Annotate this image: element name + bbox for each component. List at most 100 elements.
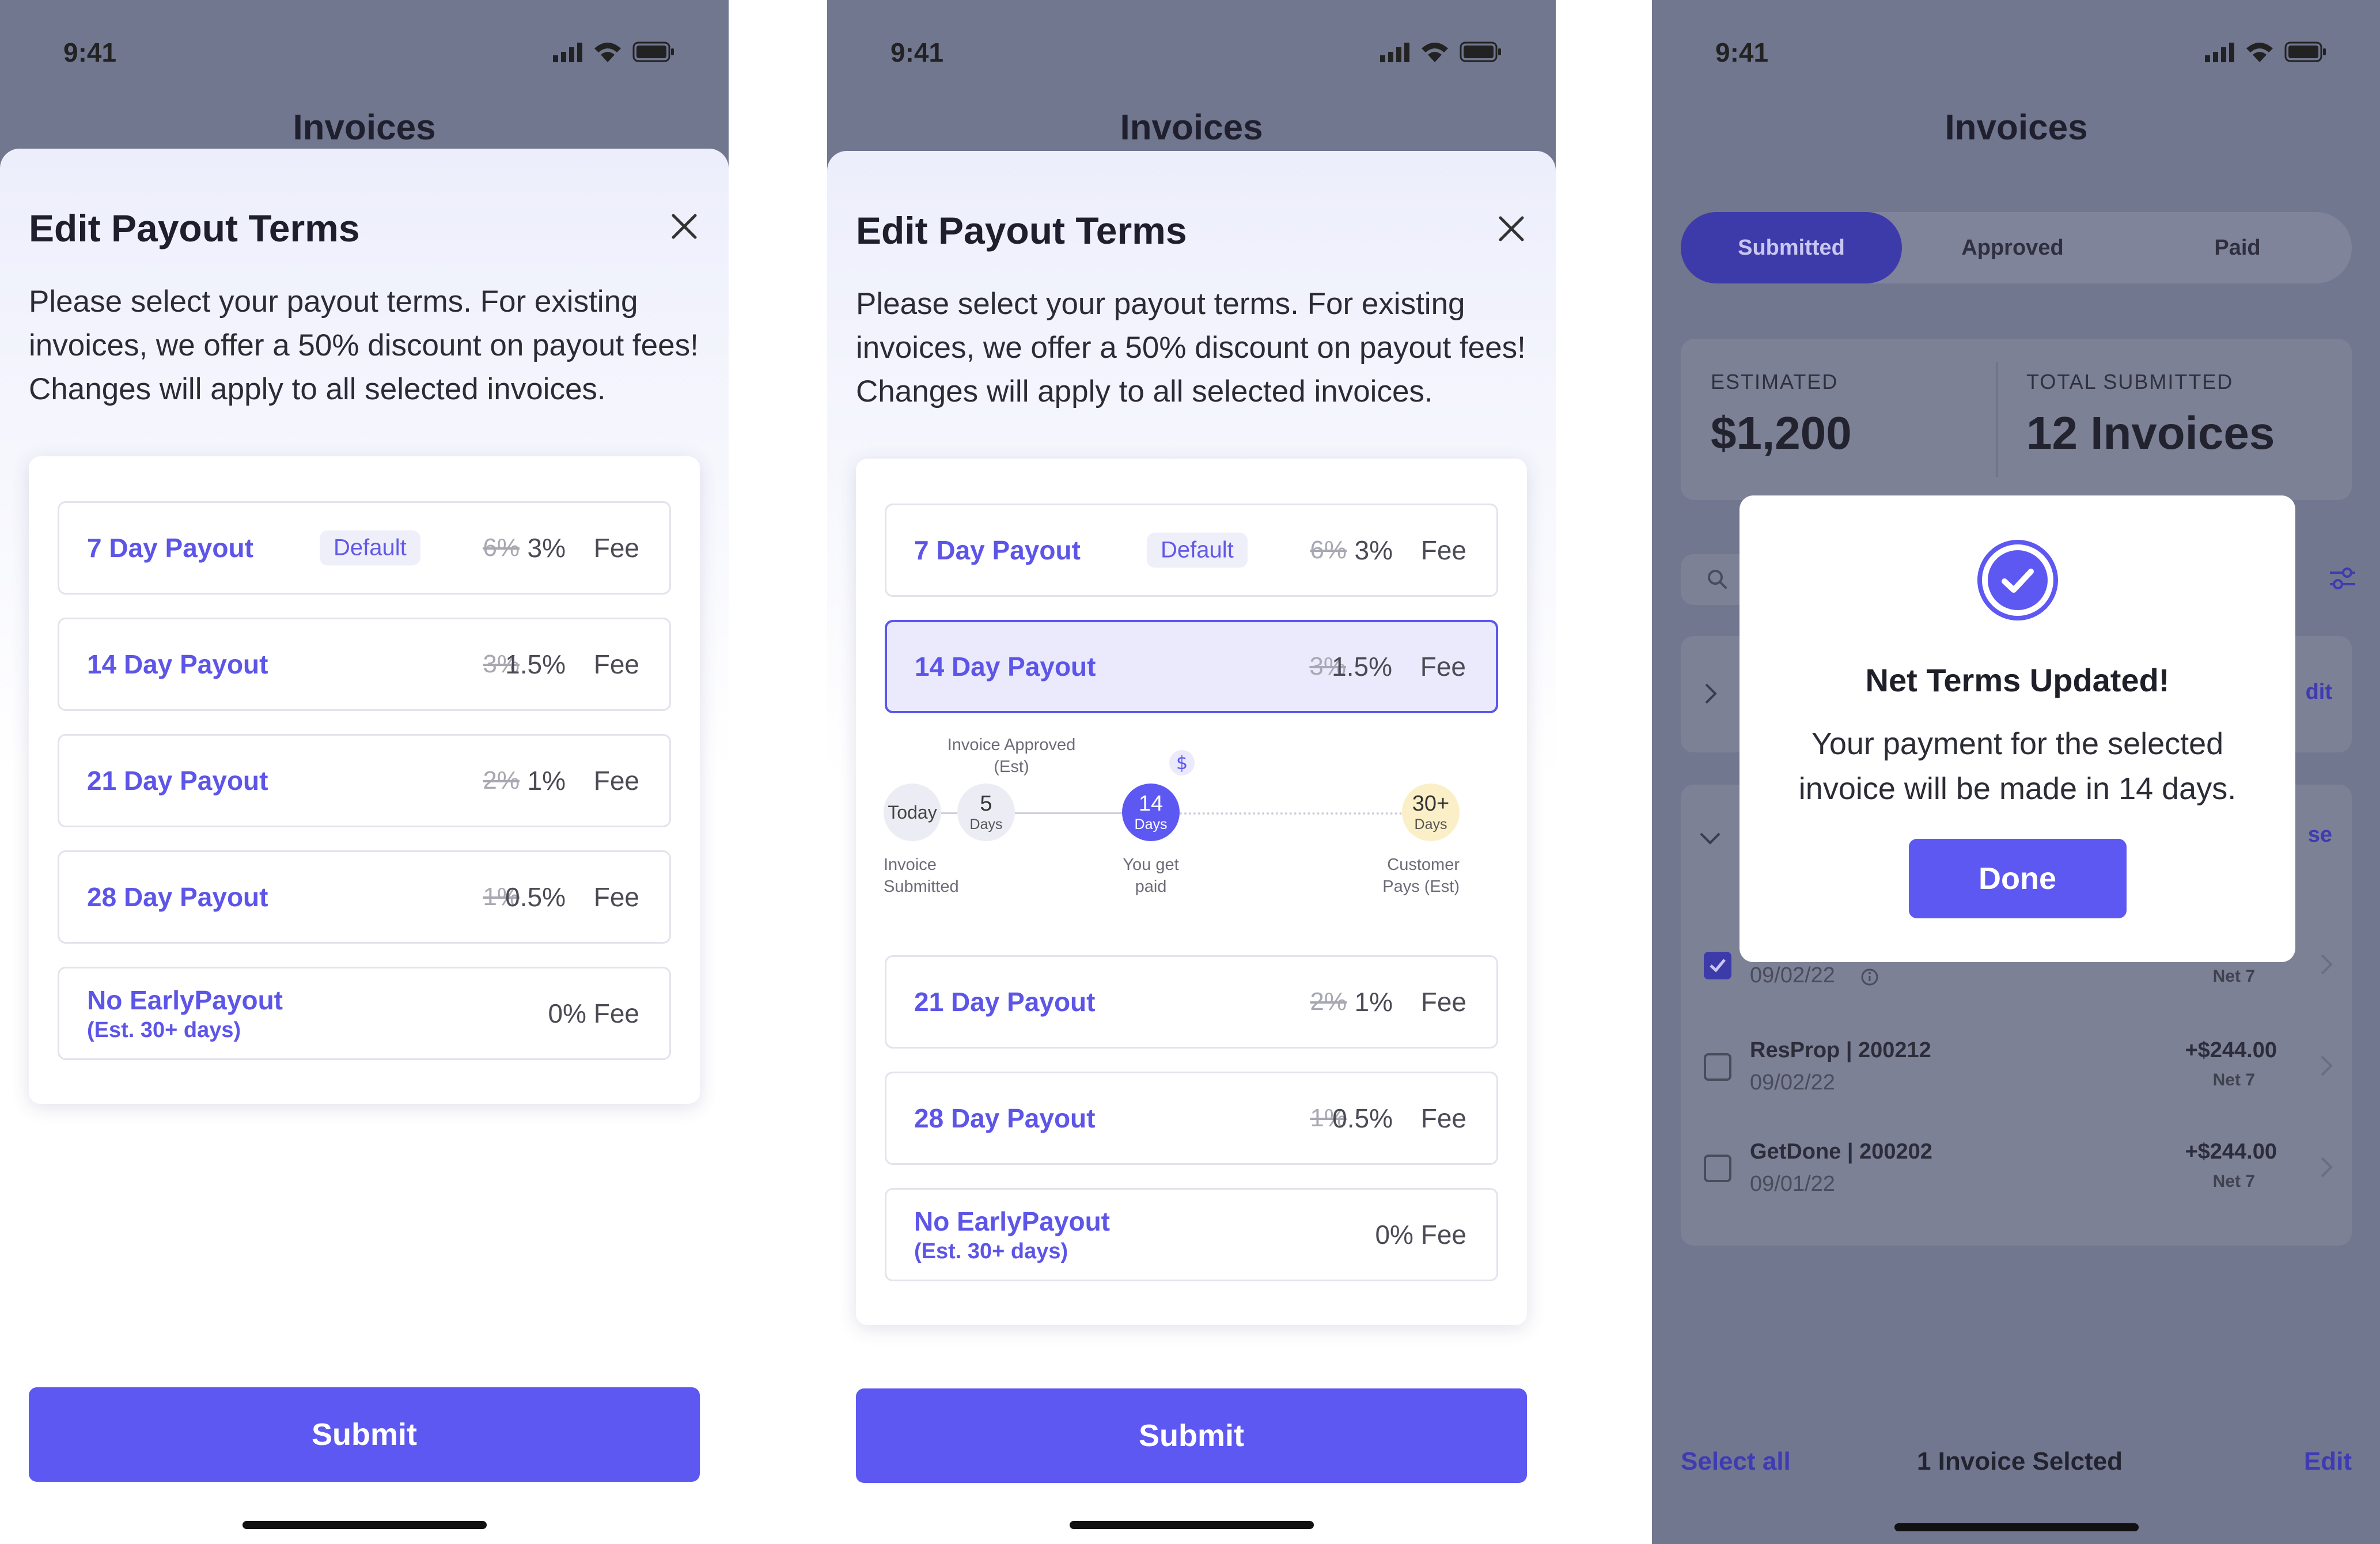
- option-28-day[interactable]: 28 Day Payout 1% 0.5% Fee: [885, 1072, 1498, 1165]
- option-21-day[interactable]: 21 Day Payout 2% 1% Fee: [58, 734, 671, 827]
- done-button[interactable]: Done: [1908, 839, 2127, 918]
- tab-approved[interactable]: Approved: [1902, 212, 2123, 283]
- timeline-step-unit: Days: [1134, 816, 1168, 832]
- invoice-checkbox[interactable]: [1704, 952, 1731, 979]
- status-bar: 9:41: [1652, 0, 2380, 109]
- collapse-link[interactable]: se: [2308, 823, 2332, 847]
- option-14-day-selected[interactable]: 14 Day Payout 3% 1.5% Fee: [885, 620, 1498, 713]
- option-28-day[interactable]: 28 Day Payout 1% 0.5% Fee: [58, 850, 671, 944]
- screen-title: Invoices: [1945, 108, 2088, 147]
- signal-icon: [2205, 55, 2210, 62]
- edit-payout-sheet: Edit Payout Terms Please select your pay…: [827, 151, 1556, 1544]
- net-terms-chip[interactable]: Net 7: [2202, 1068, 2265, 1092]
- sheet-description: Please select your payout terms. For exi…: [856, 287, 1526, 408]
- tab-paid[interactable]: Paid: [2123, 212, 2352, 283]
- timeline-step-number: 14: [1138, 792, 1164, 816]
- wifi-icon: [594, 43, 621, 52]
- chevron-right-icon[interactable]: [2317, 1053, 2334, 1078]
- fee-label: Fee: [593, 649, 639, 679]
- chevron-right-icon[interactable]: [1701, 681, 1719, 706]
- close-icon[interactable]: [669, 211, 700, 242]
- home-indicator: [242, 1521, 487, 1529]
- payout-options-card: 7 Day Payout Default 6% 3% Fee 14 Day Pa…: [856, 459, 1527, 1325]
- select-all-link[interactable]: Select all: [1681, 1447, 1791, 1476]
- option-14-day[interactable]: 14 Day Payout 3% 1.5% Fee: [58, 618, 671, 711]
- status-bar: 9:41: [827, 0, 1556, 109]
- edit-link[interactable]: dit: [2306, 680, 2332, 705]
- close-icon[interactable]: [1496, 213, 1527, 244]
- submit-button[interactable]: Submit: [856, 1388, 1527, 1483]
- invoice-amount: +$244.00: [2185, 1140, 2277, 1164]
- invoice-checkbox[interactable]: [1704, 1155, 1731, 1182]
- timeline-today: Today: [884, 784, 941, 841]
- status-icons: [553, 41, 674, 62]
- summary-divider: [1996, 362, 1998, 477]
- option-label: No EarlyPayout: [914, 1206, 1110, 1236]
- filter-icon[interactable]: [2328, 565, 2358, 592]
- timeline-step-14: 14 Days: [1122, 784, 1180, 841]
- total-submitted-label: TOTAL SUBMITTED: [2026, 370, 2234, 393]
- timeline-step-30: 30+ Days: [1402, 784, 1460, 841]
- search-icon: [1708, 570, 1727, 589]
- invoice-name: GetDone | 200202: [1750, 1140, 1932, 1164]
- status-icons: [2205, 41, 2326, 62]
- chevron-down-icon[interactable]: [1697, 829, 1723, 846]
- option-7-day[interactable]: 7 Day Payout Default 6% 3% Fee: [885, 504, 1498, 597]
- fee-label: 0% Fee: [1375, 1220, 1466, 1250]
- old-fee: 6%: [1310, 536, 1347, 564]
- fee-label: Fee: [593, 766, 639, 796]
- estimated-value: $1,200: [1711, 407, 1852, 459]
- selected-count: 1 Invoice Selcted: [1917, 1447, 2123, 1475]
- edit-payout-sheet: Edit Payout Terms Please select your pay…: [0, 149, 729, 1544]
- svg-text:$: $: [1176, 752, 1188, 774]
- invoice-status-tabs: Submitted Approved Paid: [1681, 212, 2352, 283]
- invoice-amount: +$244.00: [2185, 1038, 2277, 1062]
- tab-submitted[interactable]: Submitted: [1681, 212, 1902, 283]
- wifi-icon: [2246, 43, 2273, 52]
- timeline-step-unit: Days: [969, 816, 1003, 832]
- chevron-right-icon[interactable]: [2317, 1155, 2334, 1180]
- timeline-step-5: 5 Days: [957, 784, 1015, 841]
- sheet-title: Edit Payout Terms: [856, 209, 1187, 252]
- new-fee: 1.5%: [505, 649, 566, 679]
- fee-label: Fee: [593, 533, 639, 563]
- option-no-early-payout[interactable]: No EarlyPayout (Est. 30+ days) 0% Fee: [885, 1188, 1498, 1281]
- edit-button[interactable]: Edit: [2304, 1447, 2352, 1476]
- net-terms-chip[interactable]: Net 7: [2202, 964, 2265, 989]
- option-label: 28 Day Payout: [87, 882, 268, 912]
- net-terms-chip[interactable]: Net 7: [2202, 1170, 2265, 1194]
- old-fee: 2%: [483, 766, 520, 794]
- option-7-day[interactable]: 7 Day Payout Default 6% 3% Fee: [58, 501, 671, 595]
- timeline-submitted-caption: Invoice Submitted: [884, 856, 959, 896]
- fee-label: Fee: [1420, 1103, 1466, 1133]
- new-fee: 3%: [527, 533, 566, 563]
- old-fee: 6%: [483, 533, 520, 562]
- option-label: No EarlyPayout: [87, 985, 283, 1015]
- timeline-step-number: 5: [980, 792, 992, 816]
- status-time: 9:41: [63, 37, 117, 67]
- status-icons: [1380, 41, 1501, 62]
- estimated-label: ESTIMATED: [1711, 370, 1839, 393]
- dollar-icon: $: [1169, 750, 1195, 775]
- signal-icon: [1380, 55, 1385, 62]
- fee-label: 0% Fee: [548, 998, 639, 1028]
- fee-label: Fee: [593, 882, 639, 912]
- invoice-date: 09/02/22: [1750, 963, 1835, 987]
- invoice-date: 09/02/22: [1750, 1070, 1835, 1095]
- invoice-summary-card: ESTIMATED $1,200 TOTAL SUBMITTED 12 Invo…: [1681, 339, 2352, 500]
- submit-button[interactable]: Submit: [29, 1387, 700, 1482]
- timeline-paid-caption: You get paid: [1123, 856, 1179, 896]
- info-icon[interactable]: [1860, 968, 1879, 986]
- chevron-right-icon[interactable]: [2317, 952, 2334, 977]
- status-time: 9:41: [890, 37, 944, 67]
- timeline-customer-caption: Customer Pays (Est): [1382, 856, 1460, 896]
- check-icon: [1710, 959, 1726, 972]
- invoice-checkbox[interactable]: [1704, 1053, 1731, 1081]
- home-indicator: [1069, 1521, 1314, 1529]
- option-21-day[interactable]: 21 Day Payout 2% 1% Fee: [885, 955, 1498, 1049]
- sheet-description: Please select your payout terms. For exi…: [29, 285, 699, 406]
- payout-timeline: Invoice Approved (Est) $ Today 5 Days 14: [884, 734, 1498, 907]
- net-terms-updated-dialog: Net Terms Updated! Your payment for the …: [1739, 495, 2295, 962]
- invoice-date: 09/01/22: [1750, 1172, 1835, 1196]
- option-no-early-payout[interactable]: No EarlyPayout (Est. 30+ days) 0% Fee: [58, 967, 671, 1060]
